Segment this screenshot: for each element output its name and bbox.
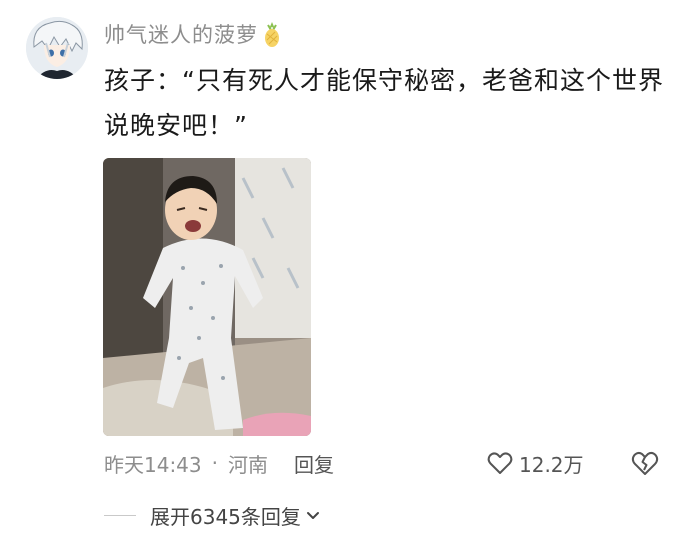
child-photo-image — [103, 158, 311, 436]
comment-meta: 昨天14:43 · 河南 回复 — [104, 448, 334, 478]
username[interactable]: 帅气迷人的菠萝 — [104, 19, 258, 49]
expand-divider — [104, 514, 136, 516]
broken-heart-icon — [631, 451, 659, 475]
comment-text: 孩子：“只有死人才能保守秘密，老爸和这个世界说晚安吧！” — [104, 66, 664, 140]
chevron-down-icon — [306, 512, 319, 519]
expand-replies-label: 展开6345条回复 — [150, 504, 301, 529]
anime-avatar-image — [26, 17, 88, 79]
reply-button[interactable]: 回复 — [294, 449, 334, 478]
like-button[interactable]: 12.2万 — [487, 448, 584, 478]
comment-timestamp: 昨天14:43 — [104, 452, 202, 477]
comment-photo[interactable] — [103, 158, 311, 436]
pineapple-icon — [262, 20, 282, 48]
comment-location: 河南 — [228, 452, 268, 477]
dislike-button[interactable] — [631, 450, 659, 478]
expand-replies[interactable]: 展开6345条回复 — [104, 500, 321, 530]
like-count: 12.2万 — [519, 452, 584, 477]
meta-separator: · — [211, 451, 218, 475]
heart-outline-icon — [487, 452, 513, 474]
username-row: 帅气迷人的菠萝 — [104, 17, 282, 51]
user-avatar[interactable] — [26, 17, 88, 79]
